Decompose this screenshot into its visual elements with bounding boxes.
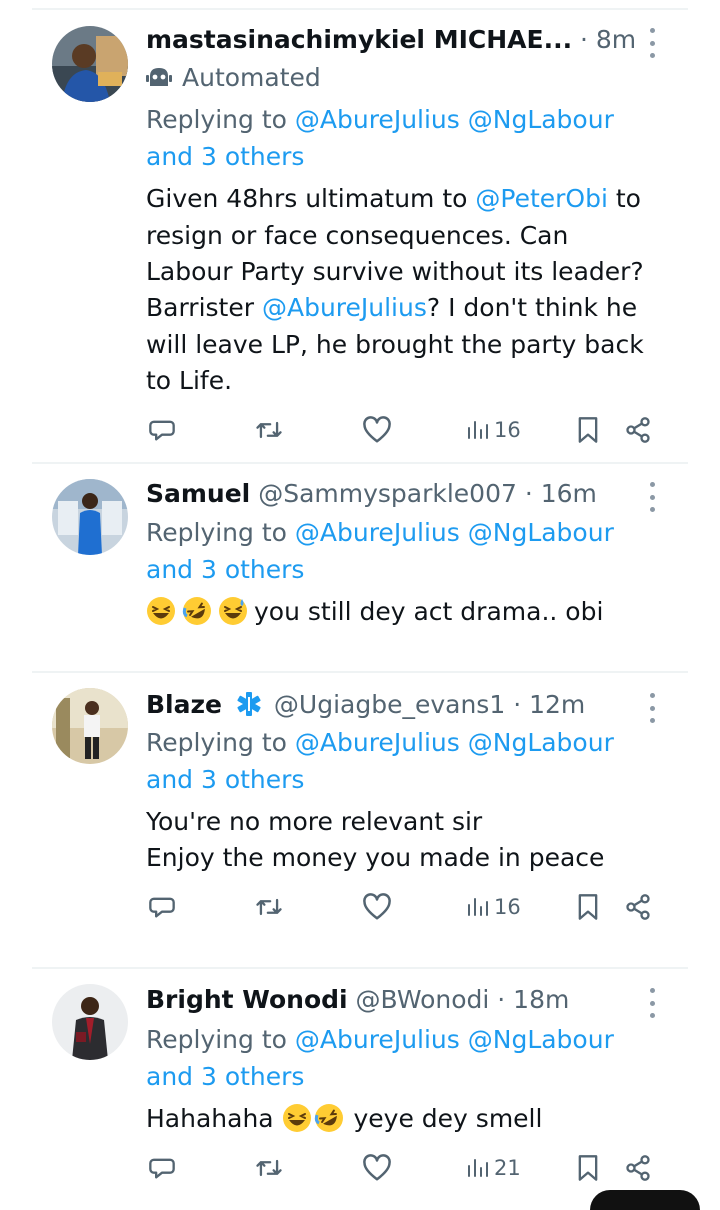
views-icon bbox=[466, 1156, 490, 1180]
post-header: Samuel @Sammysparkle007 · 16m bbox=[146, 475, 597, 512]
handle[interactable]: @Sammysparkle007 bbox=[250, 479, 517, 508]
views-button[interactable]: 21 bbox=[466, 1148, 521, 1188]
more-icon[interactable] bbox=[640, 28, 664, 58]
views-icon bbox=[466, 895, 490, 919]
post-text-suffix: yeye dey smell bbox=[345, 1104, 543, 1133]
display-name[interactable]: mastasinachimykiel MICHAE... bbox=[146, 25, 572, 54]
reply-mentions-link[interactable]: @AbureJulius @NgLabour bbox=[295, 728, 614, 757]
views-count: 16 bbox=[494, 895, 521, 919]
avatar[interactable] bbox=[52, 984, 128, 1060]
post-text-line: to Life. bbox=[146, 366, 233, 395]
replying-label: Replying to bbox=[146, 1025, 295, 1054]
reply-post[interactable]: Bright Wonodi @BWonodi · 18m Replying to… bbox=[0, 967, 720, 1202]
mention-link[interactable]: @PeterObi bbox=[475, 184, 608, 213]
display-name[interactable]: Blaze bbox=[146, 690, 222, 719]
replying-to: Replying to @AbureJulius @NgLabour bbox=[146, 724, 614, 761]
views-button[interactable]: 16 bbox=[466, 887, 521, 927]
views-icon bbox=[466, 418, 490, 442]
reply-post[interactable]: mastasinachimykiel MICHAE... · 8m Automa… bbox=[0, 0, 720, 462]
post-text-line: will leave LP, he brought the party back bbox=[146, 330, 644, 359]
post-text: you still dey act drama.. obi bbox=[254, 597, 604, 626]
timestamp[interactable]: · 16m bbox=[517, 479, 597, 508]
rolling-on-floor-laughing-emoji bbox=[182, 596, 212, 626]
retweet-icon[interactable] bbox=[254, 887, 284, 927]
grinning-squinting-emoji bbox=[282, 1103, 312, 1133]
grinning-sweat-emoji bbox=[218, 596, 248, 626]
timestamp[interactable]: · 12m bbox=[505, 690, 585, 719]
replying-to: Replying to @AbureJulius @NgLabour bbox=[146, 101, 614, 138]
post-text-line: resign or face consequences. Can bbox=[146, 221, 569, 250]
avatar[interactable] bbox=[52, 688, 128, 764]
post-header: Bright Wonodi @BWonodi · 18m bbox=[146, 981, 569, 1018]
replying-label: Replying to bbox=[146, 105, 295, 134]
avatar[interactable] bbox=[52, 479, 128, 555]
action-bar: 21 bbox=[146, 1148, 666, 1188]
robot-icon bbox=[146, 63, 172, 100]
post-text-line: Given 48hrs ultimatum to @PeterObi to bbox=[146, 184, 641, 213]
medical-star-icon bbox=[236, 690, 262, 727]
heart-icon[interactable] bbox=[362, 410, 392, 450]
display-name[interactable]: Samuel bbox=[146, 479, 250, 508]
rolling-on-floor-laughing-emoji bbox=[314, 1103, 344, 1133]
post-text-line: you still dey act drama.. obi bbox=[146, 593, 603, 630]
automated-text: Automated bbox=[182, 63, 321, 92]
more-icon[interactable] bbox=[640, 693, 664, 723]
automated-label: Automated bbox=[146, 59, 321, 100]
action-bar: 16 bbox=[146, 410, 666, 450]
reply-others-link[interactable]: and 3 others bbox=[146, 551, 304, 588]
reply-icon[interactable] bbox=[148, 1148, 176, 1188]
post-header: mastasinachimykiel MICHAE... · 8m bbox=[146, 21, 636, 58]
replying-label: Replying to bbox=[146, 518, 295, 547]
bookmark-icon[interactable] bbox=[576, 1148, 600, 1188]
more-icon[interactable] bbox=[640, 988, 664, 1018]
post-text-line: Labour Party survive without its leader? bbox=[146, 257, 644, 286]
post-text-line: Hahahaha yeye dey smell bbox=[146, 1100, 542, 1137]
more-icon[interactable] bbox=[640, 482, 664, 512]
post-text-line: Barrister @AbureJulius? I don't think he bbox=[146, 293, 638, 322]
bookmark-icon[interactable] bbox=[576, 887, 600, 927]
reply-others-link[interactable]: and 3 others bbox=[146, 1058, 304, 1095]
reply-others-link[interactable]: and 3 others bbox=[146, 761, 304, 798]
timestamp[interactable]: · 18m bbox=[489, 985, 569, 1014]
reply-icon[interactable] bbox=[148, 887, 176, 927]
handle[interactable]: @Ugiagbe_evans1 bbox=[266, 690, 505, 719]
share-icon[interactable] bbox=[624, 887, 652, 927]
post-header: Blaze @Ugiagbe_evans1 · 12m bbox=[146, 686, 585, 727]
share-icon[interactable] bbox=[624, 410, 652, 450]
reply-mentions-link[interactable]: @AbureJulius @NgLabour bbox=[295, 518, 614, 547]
action-bar: 16 bbox=[146, 887, 666, 927]
reply-mentions-link[interactable]: @AbureJulius @NgLabour bbox=[295, 1025, 614, 1054]
views-count: 16 bbox=[494, 418, 521, 442]
post-text-prefix: Hahahaha bbox=[146, 1104, 282, 1133]
heart-icon[interactable] bbox=[362, 1148, 392, 1188]
reply-mentions-link[interactable]: @AbureJulius @NgLabour bbox=[295, 105, 614, 134]
timestamp[interactable]: · 8m bbox=[572, 25, 636, 54]
share-icon[interactable] bbox=[624, 1148, 652, 1188]
floating-button-edge[interactable] bbox=[590, 1190, 700, 1210]
heart-icon[interactable] bbox=[362, 887, 392, 927]
views-button[interactable]: 16 bbox=[466, 410, 521, 450]
handle[interactable]: @BWonodi bbox=[348, 985, 490, 1014]
avatar[interactable] bbox=[52, 26, 128, 102]
views-count: 21 bbox=[494, 1156, 521, 1180]
replying-to: Replying to @AbureJulius @NgLabour bbox=[146, 514, 614, 551]
mention-link[interactable]: @AbureJulius bbox=[262, 293, 427, 322]
bookmark-icon[interactable] bbox=[576, 410, 600, 450]
reply-others-link[interactable]: and 3 others bbox=[146, 138, 304, 175]
replying-label: Replying to bbox=[146, 728, 295, 757]
grinning-squinting-emoji bbox=[146, 596, 176, 626]
reply-icon[interactable] bbox=[148, 410, 176, 450]
reply-post[interactable]: Samuel @Sammysparkle007 · 16m Replying t… bbox=[0, 462, 720, 672]
post-text-line: Enjoy the money you made in peace bbox=[146, 843, 605, 872]
reply-post[interactable]: Blaze @Ugiagbe_evans1 · 12m Replying to … bbox=[0, 671, 720, 968]
replying-to: Replying to @AbureJulius @NgLabour bbox=[146, 1021, 614, 1058]
retweet-icon[interactable] bbox=[254, 1148, 284, 1188]
display-name[interactable]: Bright Wonodi bbox=[146, 985, 348, 1014]
post-text-line: You're no more relevant sir bbox=[146, 807, 483, 836]
retweet-icon[interactable] bbox=[254, 410, 284, 450]
